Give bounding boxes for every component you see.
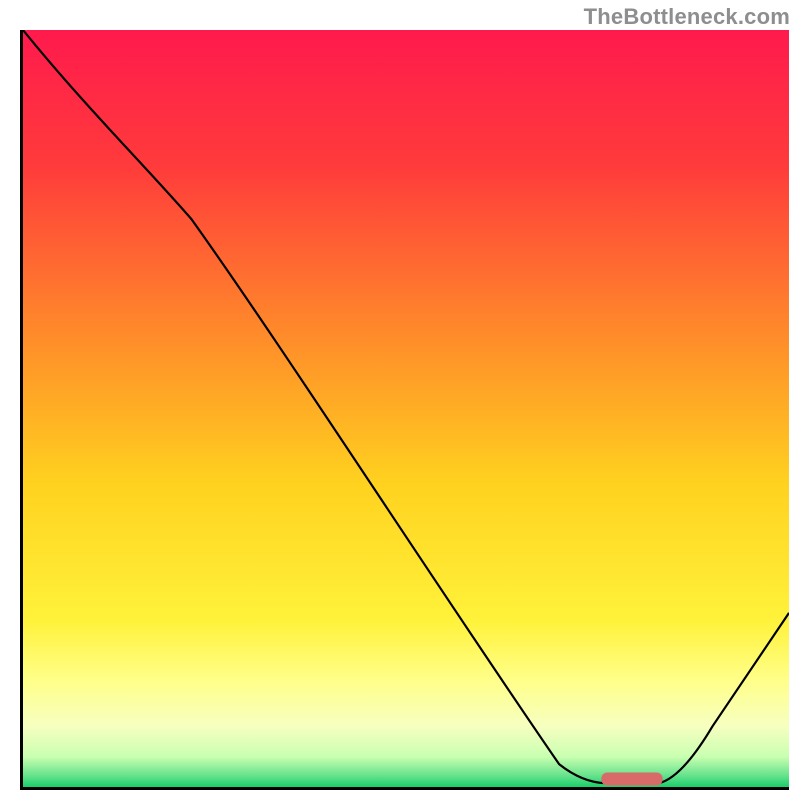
optimum-marker [601,772,662,785]
chart-svg [23,30,789,787]
chart-plot-area [20,30,789,790]
watermark-text: TheBottleneck.com [584,4,790,30]
gradient-background [23,30,789,787]
